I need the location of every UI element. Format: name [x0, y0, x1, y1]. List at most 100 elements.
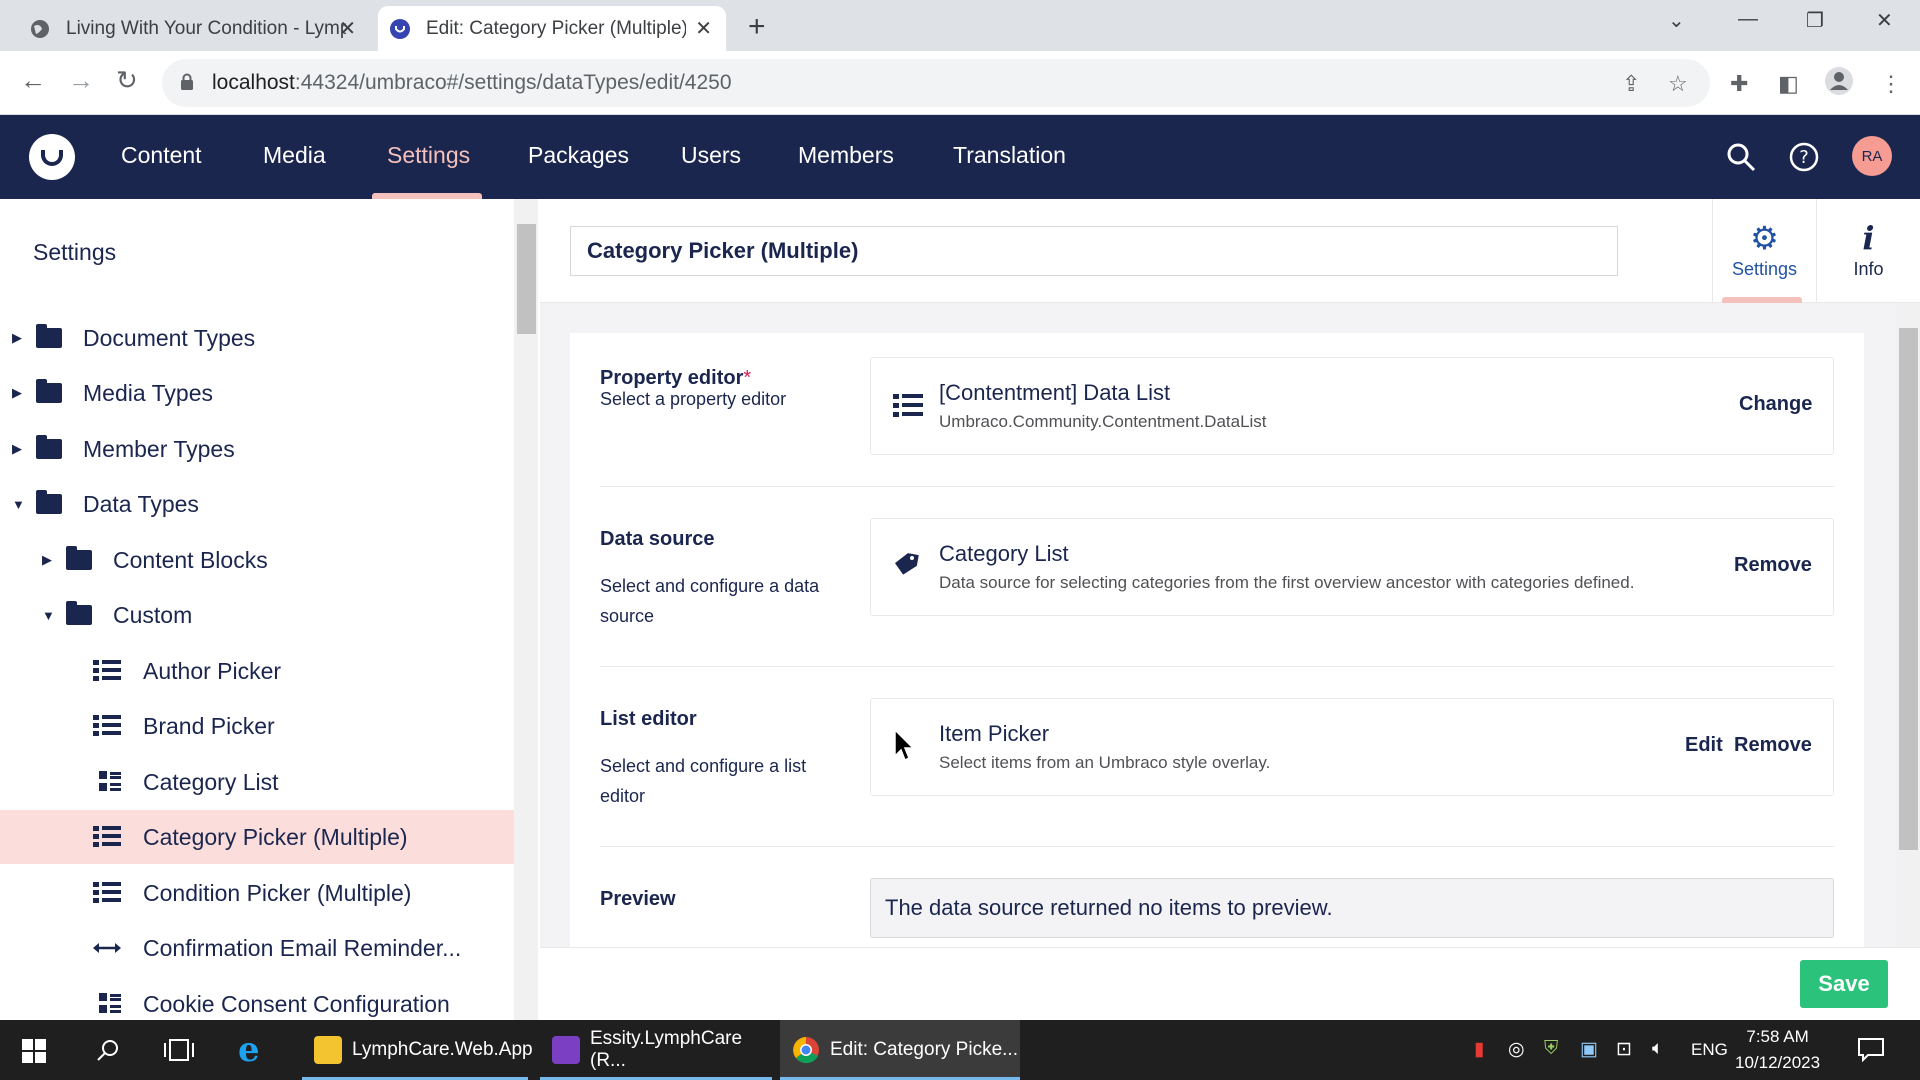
tab-settings-label: Settings: [1731, 259, 1798, 279]
tray-volume-icon[interactable]: 🔈︎: [1652, 1038, 1663, 1060]
browser-tab-edit-category-picker[interactable]: Edit: Category Picker (Multiple) - ✕: [378, 6, 726, 51]
list-icon: [93, 660, 121, 682]
minimize-icon[interactable]: —: [1738, 8, 1758, 31]
internet-explorer-icon[interactable]: e: [238, 1033, 272, 1067]
umbraco-logo[interactable]: [29, 134, 75, 180]
tree-item-document-types[interactable]: ▶ Document Types: [0, 311, 514, 365]
edit-list-editor-button[interactable]: Edit: [1685, 734, 1723, 757]
nav-members[interactable]: Members: [798, 142, 894, 169]
taskbar-app-visual-studio[interactable]: Essity.LymphCare (R...: [540, 1020, 772, 1080]
share-icon[interactable]: ⇪: [1622, 71, 1640, 97]
divider: [600, 666, 1834, 667]
caret-right-icon[interactable]: ▶: [42, 552, 52, 568]
tab-search-icon[interactable]: ⌄: [1668, 8, 1685, 33]
restore-icon[interactable]: ❐: [1806, 8, 1824, 33]
settings-sidebar: Settings ▶ Document Types ▶ Media Types …: [0, 199, 514, 1020]
nav-media[interactable]: Media: [263, 142, 326, 169]
list-editor-detail: Select items from an Umbraco style overl…: [939, 753, 1271, 772]
url-field[interactable]: localhost:44324/umbraco#/settings/dataTy…: [162, 59, 1710, 107]
close-tab-icon[interactable]: ✕: [339, 16, 356, 41]
svg-text:?: ?: [1799, 147, 1809, 168]
remove-list-editor-button[interactable]: Remove: [1734, 734, 1812, 757]
tree-item-member-types[interactable]: ▶ Member Types: [0, 422, 514, 476]
caret-down-icon[interactable]: ▼: [12, 497, 25, 512]
bookmark-star-icon[interactable]: ☆: [1668, 71, 1688, 97]
tab-settings[interactable]: ⚙ Settings: [1712, 199, 1816, 303]
nav-content[interactable]: Content: [121, 142, 202, 169]
tree-item-brand-picker[interactable]: Brand Picker: [0, 699, 514, 753]
list-icon: [893, 394, 923, 417]
tree-item-custom[interactable]: ▼ Custom: [0, 588, 514, 642]
globe-icon: [31, 19, 49, 38]
taskbar-app-lymphcare-folder[interactable]: LymphCare.Web.App: [302, 1020, 533, 1080]
nav-packages[interactable]: Packages: [528, 142, 629, 169]
notifications-icon[interactable]: [1858, 1038, 1884, 1062]
data-source-value: Category List Data source for selecting …: [870, 518, 1834, 616]
tree-item-category-picker-multiple[interactable]: Category Picker (Multiple): [0, 810, 514, 864]
caret-down-icon[interactable]: ▼: [42, 608, 55, 623]
nav-settings[interactable]: Settings: [387, 142, 470, 169]
browser-menu-icon[interactable]: ⋮: [1880, 71, 1902, 97]
datatype-name-input[interactable]: Category Picker (Multiple): [570, 226, 1618, 276]
change-button[interactable]: Change: [1739, 393, 1812, 416]
language-indicator[interactable]: ENG: [1691, 1040, 1728, 1060]
task-view-icon[interactable]: [164, 1038, 194, 1062]
tree-item-label: Author Picker: [143, 657, 282, 684]
tree-item-author-picker[interactable]: Author Picker: [0, 644, 514, 698]
tray-network-icon[interactable]: ⊡: [1616, 1038, 1632, 1061]
tree-item-category-list[interactable]: Category List: [0, 755, 514, 809]
tree-item-data-types[interactable]: ▼ Data Types: [0, 477, 514, 531]
tree-item-label: Condition Picker (Multiple): [143, 879, 412, 906]
url-text: localhost:44324/umbraco#/settings/dataTy…: [212, 71, 732, 94]
caret-right-icon[interactable]: ▶: [12, 385, 22, 401]
tray-display-icon[interactable]: ▣: [1580, 1038, 1598, 1061]
tree-item-media-types[interactable]: ▶ Media Types: [0, 366, 514, 420]
editor-scrollbar-thumb[interactable]: [1899, 328, 1918, 850]
remove-data-source-button[interactable]: Remove: [1734, 554, 1812, 577]
tree-item-cookie-consent-configuration[interactable]: Cookie Consent Configuration: [0, 977, 514, 1020]
grid-list-icon: [99, 993, 121, 1013]
search-icon[interactable]: [1726, 142, 1756, 172]
extensions-icon[interactable]: ✚: [1730, 71, 1748, 97]
new-tab-icon[interactable]: +: [748, 10, 766, 44]
tag-icon: [894, 553, 919, 575]
grid-list-icon: [99, 771, 121, 791]
system-clock[interactable]: 7:58 AM 10/12/2023: [1735, 1024, 1820, 1076]
back-icon[interactable]: ←: [20, 65, 46, 96]
property-editor-name: [Contentment] Data List: [939, 380, 1171, 405]
caret-right-icon[interactable]: ▶: [12, 330, 22, 346]
windows-start-icon[interactable]: [22, 1039, 46, 1063]
help-icon[interactable]: ?: [1789, 142, 1819, 172]
folder-icon: [314, 1036, 342, 1064]
profile-icon[interactable]: [1824, 66, 1854, 96]
forward-icon[interactable]: →: [68, 65, 94, 96]
tree-item-content-blocks[interactable]: ▶ Content Blocks: [0, 533, 514, 587]
list-editor-description: Select and configure a list editor: [600, 756, 807, 806]
list-icon: [93, 882, 121, 904]
sidebar-scrollbar-thumb[interactable]: [517, 224, 536, 334]
tree-item-confirmation-email-reminder[interactable]: Confirmation Email Reminder...: [0, 921, 514, 975]
tray-battery-icon[interactable]: ▮: [1474, 1038, 1484, 1061]
tray-database-icon[interactable]: ◎: [1508, 1038, 1525, 1061]
taskbar-search-icon[interactable]: [96, 1038, 120, 1062]
tree-item-condition-picker-multiple[interactable]: Condition Picker (Multiple): [0, 866, 514, 920]
taskbar-app-chrome[interactable]: Edit: Category Picke...: [780, 1020, 1020, 1080]
save-button[interactable]: Save: [1800, 960, 1888, 1008]
close-window-icon[interactable]: ✕: [1876, 8, 1893, 33]
cursor-pointer-icon: [894, 729, 915, 762]
side-panel-icon[interactable]: ◧: [1778, 71, 1799, 97]
tree-item-label: Category Picker (Multiple): [143, 823, 408, 850]
browser-tab-living-with-condition[interactable]: Living With Your Condition - Lymph ✕: [22, 6, 370, 51]
tab-info[interactable]: i Info: [1816, 199, 1920, 303]
nav-users[interactable]: Users: [681, 142, 741, 169]
reload-icon[interactable]: ↻: [116, 65, 138, 96]
folder-icon: [36, 324, 62, 348]
close-tab-icon[interactable]: ✕: [695, 16, 712, 41]
user-avatar[interactable]: RA: [1852, 136, 1892, 176]
tray-security-icon[interactable]: ⛨: [1544, 1038, 1558, 1060]
divider: [600, 486, 1834, 487]
nav-translation[interactable]: Translation: [953, 142, 1066, 169]
taskbar-app-label: LymphCare.Web.App: [352, 1039, 533, 1060]
windows-taskbar: e LymphCare.Web.App Essity.LymphCare (R.…: [0, 1020, 1920, 1080]
caret-right-icon[interactable]: ▶: [12, 441, 22, 457]
